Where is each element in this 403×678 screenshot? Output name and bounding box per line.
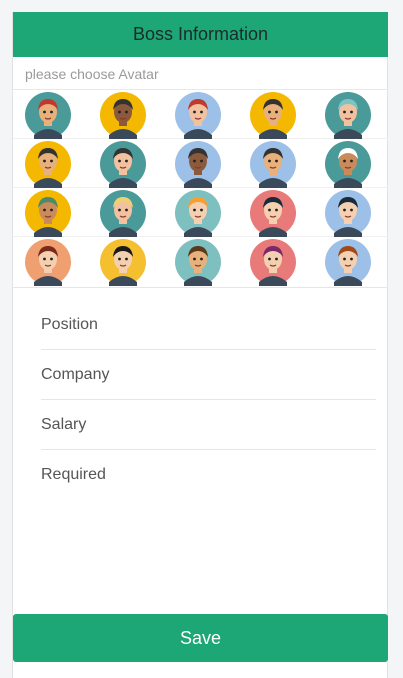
- boss-form: Position Company Salary Required: [41, 300, 376, 500]
- required-label: Required: [41, 466, 106, 483]
- avatar-option[interactable]: [99, 189, 147, 237]
- avatar-option[interactable]: [99, 140, 147, 188]
- page-header: Boss Information: [13, 12, 388, 57]
- required-field[interactable]: Required: [41, 450, 376, 500]
- avatar-option[interactable]: [24, 140, 72, 188]
- avatar-placeholder-text: please choose Avatar: [25, 66, 159, 82]
- avatar-woman-teal-hair-icon: [325, 92, 371, 139]
- avatar-option[interactable]: [249, 91, 297, 139]
- avatar-option[interactable]: [324, 91, 372, 139]
- avatar-woman-crown-icon: [250, 239, 296, 286]
- avatar-option[interactable]: [174, 189, 222, 237]
- avatar-row: [13, 139, 388, 188]
- company-field[interactable]: Company: [41, 350, 376, 400]
- avatar-man-glasses-icon: [100, 92, 146, 139]
- avatar-woman-dark-skin-icon: [175, 141, 221, 188]
- avatar-girl-mask-icon: [250, 190, 296, 237]
- avatar-option[interactable]: [174, 238, 222, 286]
- avatar-option[interactable]: [324, 238, 372, 286]
- avatar-man-beard-glasses-icon: [25, 141, 71, 188]
- avatar-row: [13, 90, 388, 139]
- save-button[interactable]: Save: [13, 614, 388, 662]
- avatar-option[interactable]: [99, 238, 147, 286]
- avatar-option[interactable]: [24, 91, 72, 139]
- avatar-old-man-icon: [325, 239, 371, 286]
- avatar-option[interactable]: [249, 140, 297, 188]
- avatar-man-beard-icon: [250, 92, 296, 139]
- avatar-row: [13, 237, 388, 286]
- avatar-option[interactable]: [24, 189, 72, 237]
- page-title: Boss Information: [132, 24, 269, 44]
- position-field[interactable]: Position: [41, 300, 376, 350]
- avatar-option[interactable]: [174, 91, 222, 139]
- avatar-option[interactable]: [324, 189, 372, 237]
- avatar-woman-red-hair-icon: [175, 92, 221, 139]
- avatar-man-dark-beard-icon: [250, 141, 296, 188]
- avatar-option[interactable]: [99, 91, 147, 139]
- avatar-woman-blonde-icon: [100, 190, 146, 237]
- avatar-boy-blue-glasses-icon: [325, 190, 371, 237]
- avatar-girl-orange-hair-icon: [175, 190, 221, 237]
- avatar-woman-glasses-icon: [100, 141, 146, 188]
- avatar-boy-peace-sign-icon: [100, 239, 146, 286]
- salary-label: Salary: [41, 415, 87, 433]
- avatar-placeholder: please choose Avatar: [13, 57, 388, 90]
- salary-field[interactable]: Salary: [41, 400, 376, 450]
- avatar-option[interactable]: [24, 238, 72, 286]
- avatar-man-red-cap-icon: [25, 92, 71, 139]
- avatar-grid: [13, 90, 388, 288]
- avatar-man-mustache-icon: [175, 239, 221, 286]
- avatar-man-white-hat-icon: [325, 141, 371, 188]
- save-label: Save: [179, 627, 222, 648]
- position-label: Position: [41, 315, 98, 333]
- avatar-woman-brown-hair-icon: [25, 239, 71, 286]
- avatar-option[interactable]: [174, 140, 222, 188]
- avatar-man-green-cap-icon: [25, 190, 71, 237]
- avatar-row: [13, 188, 388, 237]
- company-label: Company: [41, 365, 110, 383]
- avatar-option[interactable]: [249, 238, 297, 286]
- avatar-option[interactable]: [249, 189, 297, 237]
- avatar-option[interactable]: [324, 140, 372, 188]
